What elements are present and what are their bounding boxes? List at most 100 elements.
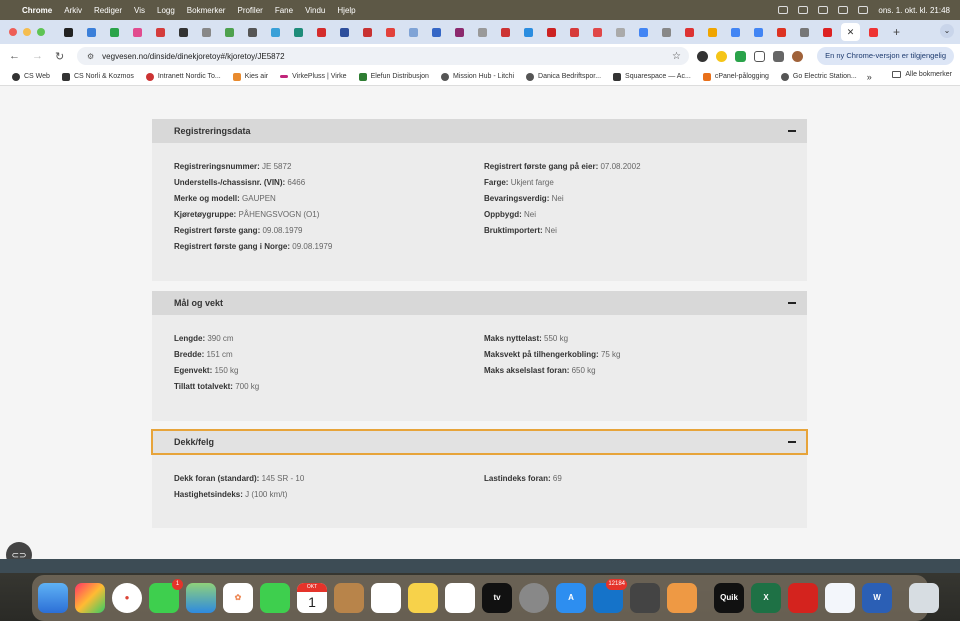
browser-tab[interactable] — [450, 23, 469, 41]
browser-tab[interactable] — [404, 23, 423, 41]
browser-tab[interactable] — [427, 23, 446, 41]
address-bar[interactable]: ⚙ vegvesen.no/dinside/dinekjoretoy#/kjor… — [77, 47, 689, 65]
browser-tab[interactable] — [818, 23, 837, 41]
notes-app-icon[interactable] — [408, 583, 438, 613]
menu-item-profiler[interactable]: Profiler — [237, 6, 262, 15]
finder-app-icon[interactable] — [38, 583, 68, 613]
active-browser-tab[interactable]: ✕ — [841, 23, 860, 41]
menu-app-name[interactable]: Chrome — [22, 6, 52, 15]
browser-tab[interactable] — [243, 23, 262, 41]
collapse-icon[interactable] — [788, 441, 796, 443]
back-button[interactable]: ← — [9, 50, 23, 62]
puzzle-extensions-icon[interactable] — [754, 50, 765, 62]
reading-list-icon[interactable] — [773, 50, 784, 62]
browser-tab[interactable] — [473, 23, 492, 41]
browser-tab[interactable] — [542, 23, 561, 41]
new-tab-button[interactable]: + — [893, 25, 900, 39]
control-center-icon[interactable] — [858, 6, 869, 14]
site-info-icon[interactable]: ⚙ — [87, 52, 94, 61]
excel-app-icon[interactable]: X — [751, 583, 781, 613]
calendar-app-icon[interactable]: OKT 1 — [297, 583, 327, 613]
minimize-window-button[interactable] — [23, 28, 31, 36]
menu-item-hjelp[interactable]: Hjelp — [337, 6, 355, 15]
menu-item-fane[interactable]: Fane — [275, 6, 293, 15]
browser-tab[interactable] — [634, 23, 653, 41]
acrobat-app-icon[interactable] — [788, 583, 818, 613]
extension-icon[interactable] — [716, 50, 727, 62]
collapse-icon[interactable] — [788, 302, 796, 304]
menu-item-rediger[interactable]: Rediger — [94, 6, 122, 15]
reload-button[interactable]: ↻ — [55, 50, 69, 63]
bookmark-item[interactable]: Mission Hub - Litchi — [440, 72, 514, 81]
iphone-mirroring-app-icon[interactable] — [667, 583, 697, 613]
bookmark-item[interactable]: Danica Bedriftspor... — [526, 72, 601, 81]
outlook-app-icon[interactable]: 12184 — [593, 579, 627, 613]
bookmark-item[interactable]: cPanel-pålogging — [702, 72, 769, 81]
section-header[interactable]: Mål og vekt — [152, 291, 807, 315]
browser-tab[interactable] — [680, 23, 699, 41]
collapse-icon[interactable] — [788, 130, 796, 132]
bookmark-item[interactable]: Go Electric Station... — [780, 72, 857, 81]
bookmark-item[interactable]: Squarespace — Ac... — [613, 72, 691, 81]
browser-tab[interactable] — [128, 23, 147, 41]
browser-tab[interactable] — [220, 23, 239, 41]
freeform-app-icon[interactable] — [445, 583, 475, 613]
app-store-app-icon[interactable]: A — [556, 583, 586, 613]
browser-tab[interactable] — [864, 23, 883, 41]
reminders-app-icon[interactable] — [371, 583, 401, 613]
browser-tab[interactable] — [335, 23, 354, 41]
word-app-icon[interactable]: W — [862, 583, 892, 613]
bookmark-item[interactable]: Elefun Distribusjon — [358, 72, 429, 81]
wifi-icon[interactable] — [818, 6, 829, 14]
address-url[interactable]: vegvesen.no/dinside/dinekjoretoy#/kjoret… — [102, 52, 284, 61]
menu-item-bokmerker[interactable]: Bokmerker — [187, 6, 226, 15]
browser-tab[interactable] — [266, 23, 285, 41]
browser-tab[interactable] — [519, 23, 538, 41]
trash-icon[interactable] — [909, 583, 939, 613]
bookmarks-overflow-button[interactable]: » — [867, 72, 872, 82]
chrome-update-button[interactable]: En ny Chrome-versjon er tilgjengelig — [817, 47, 954, 65]
status-icon[interactable] — [778, 6, 789, 14]
status-icon[interactable] — [798, 6, 809, 14]
system-settings-app-icon[interactable] — [519, 583, 549, 613]
browser-tab[interactable] — [726, 23, 745, 41]
browser-tab[interactable] — [174, 23, 193, 41]
apple-tv-app-icon[interactable]: tv — [482, 583, 512, 613]
bookmark-item[interactable]: CS Web — [12, 72, 50, 81]
bookmark-item[interactable]: Intranett Nordic To... — [145, 72, 221, 81]
facetime-app-icon[interactable] — [260, 583, 290, 613]
browser-tab[interactable] — [289, 23, 308, 41]
calculator-app-icon[interactable] — [630, 583, 660, 613]
launchpad-app-icon[interactable] — [75, 583, 105, 613]
bookmark-item[interactable]: VirkePluss | Virke — [280, 73, 347, 80]
extension-icon[interactable] — [735, 50, 746, 62]
menu-item-logg[interactable]: Logg — [157, 6, 175, 15]
browser-tab[interactable] — [151, 23, 170, 41]
browser-tab[interactable] — [588, 23, 607, 41]
menu-item-arkiv[interactable]: Arkiv — [64, 6, 82, 15]
browser-tab[interactable] — [749, 23, 768, 41]
quik-app-icon[interactable]: Quik — [714, 583, 744, 613]
chrome-app-icon[interactable]: ● — [112, 583, 142, 613]
browser-tab[interactable] — [59, 23, 78, 41]
browser-tab[interactable] — [703, 23, 722, 41]
menu-clock[interactable]: ons. 1. okt. kl. 21:48 — [878, 6, 950, 15]
app-icon[interactable] — [825, 583, 855, 613]
browser-tab[interactable] — [611, 23, 630, 41]
zoom-window-button[interactable] — [37, 28, 45, 36]
menu-item-vindu[interactable]: Vindu — [305, 6, 325, 15]
close-window-button[interactable] — [9, 28, 17, 36]
browser-tab[interactable] — [565, 23, 584, 41]
tab-search-button[interactable]: ⌄ — [940, 24, 954, 38]
browser-tab[interactable] — [795, 23, 814, 41]
maps-app-icon[interactable] — [186, 583, 216, 613]
all-bookmarks-button[interactable]: Alle bokmerker — [892, 71, 952, 78]
close-tab-icon[interactable]: ✕ — [847, 27, 855, 38]
menu-item-vis[interactable]: Vis — [134, 6, 145, 15]
browser-tab[interactable] — [496, 23, 515, 41]
browser-tab[interactable] — [381, 23, 400, 41]
section-header[interactable]: Registreringsdata — [152, 119, 807, 143]
browser-tab[interactable] — [197, 23, 216, 41]
bookmark-star-icon[interactable]: ☆ — [672, 51, 681, 62]
bookmark-item[interactable]: CS Norli & Kozmos — [61, 72, 134, 81]
